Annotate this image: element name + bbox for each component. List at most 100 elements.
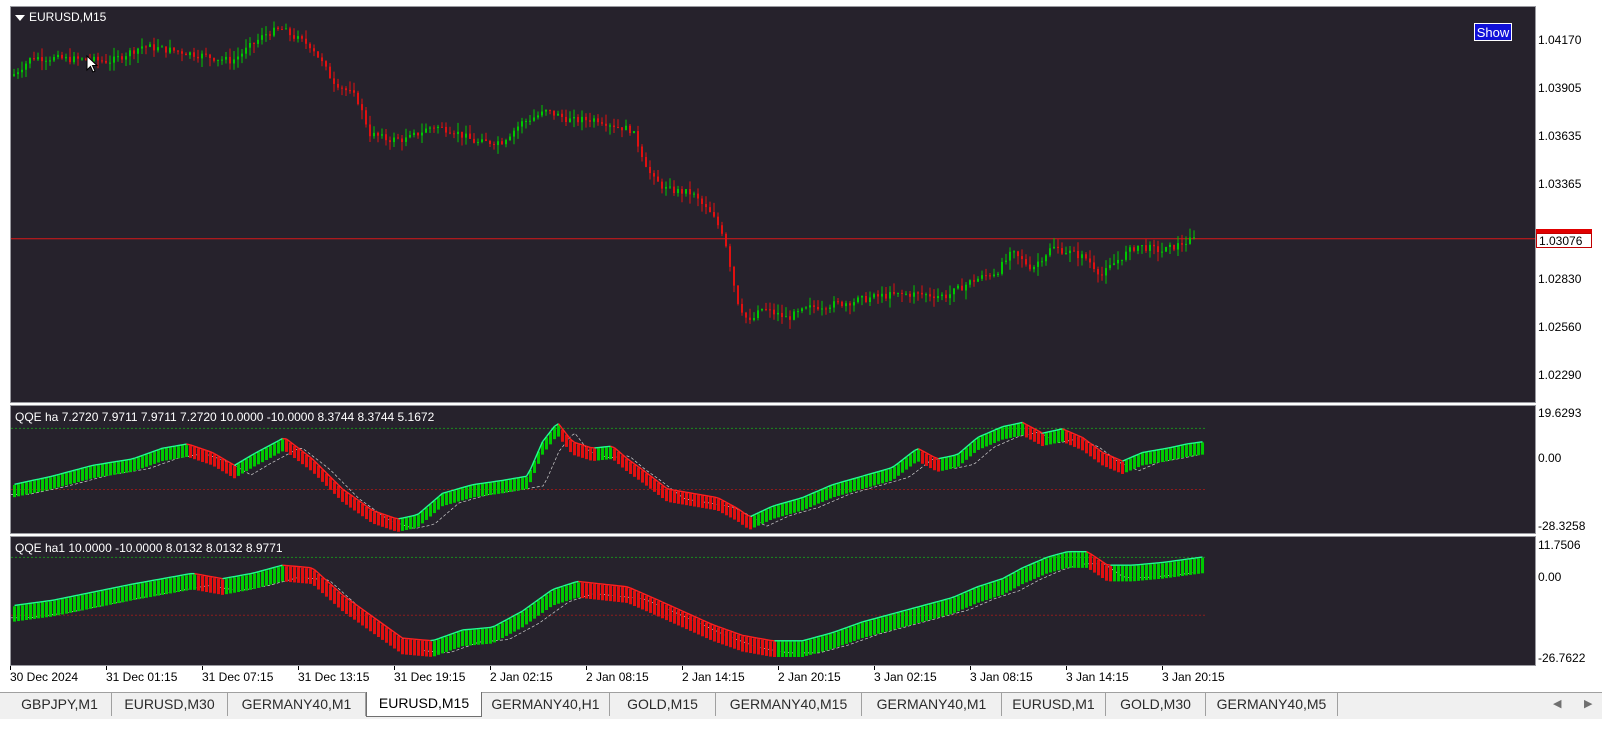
qqe-ha-pane[interactable]: QQE ha 7.2720 7.9711 7.9711 7.2720 10.00… [10, 405, 1536, 534]
tab-germany40-m5[interactable]: GERMANY40,M5 [1206, 693, 1338, 716]
tab-scroll-left-icon[interactable]: ◀ [1553, 697, 1561, 710]
time-label: 2 Jan 08:15 [586, 670, 649, 684]
price-candle [777, 312, 779, 315]
qqe-ha1-signal-line [150, 579, 155, 582]
qqe-ha1-signal-line [430, 639, 435, 642]
qqe-ha1-signal-line [234, 575, 239, 578]
qqe-ha-histogram-bar [1001, 427, 1004, 440]
qqe-ha-histogram-bar [409, 516, 412, 530]
price-candle [925, 294, 927, 296]
qqe-ha-histogram-bar [369, 509, 372, 522]
price-candle [669, 186, 671, 188]
price-candle [1077, 250, 1079, 259]
tab-eurusd-m30[interactable]: EURUSD,M30 [112, 693, 228, 716]
qqe-ha1-signal-line [126, 583, 131, 586]
tab-gbpjpy-m1[interactable]: GBPJPY,M1 [8, 693, 112, 716]
tab-gold-m15[interactable]: GOLD,M15 [610, 693, 716, 716]
qqe-ha-signal-line [678, 490, 683, 493]
price-candle [373, 132, 375, 137]
qqe-ha1-histogram-bar [1053, 555, 1056, 572]
price-candle [321, 57, 323, 62]
qqe-ha1-histogram-bar [361, 610, 364, 626]
tab-germany40-m1-2[interactable]: GERMANY40,M1 [862, 693, 1002, 716]
price-candle [1029, 264, 1031, 270]
qqe-ha1-signal-line [742, 634, 747, 637]
qqe-ha1-histogram-bar [241, 575, 244, 592]
qqe-ha-histogram-bar [657, 482, 660, 495]
tab-germany40-m1[interactable]: GERMANY40,M1 [228, 693, 366, 716]
qqe-ha1-histogram-bar [49, 601, 52, 617]
qqe-ha-histogram-bar [129, 459, 132, 473]
qqe-ha-histogram-bar [25, 482, 28, 495]
qqe-ha1-histogram-bar [689, 615, 692, 631]
qqe-ha-histogram-bar [1165, 449, 1168, 462]
price-candle [1185, 243, 1187, 245]
qqe-ha-histogram-bar [1041, 433, 1044, 447]
qqe-ha1-histogram-bar [981, 585, 984, 602]
qqe-ha-histogram-bar [377, 513, 380, 526]
qqe-ha1-signal-line [202, 574, 207, 577]
price-chart-pane[interactable]: EURUSD,M15 Show [10, 6, 1536, 403]
qqe-ha1-signal-line [110, 587, 115, 590]
qqe-ha-signal-line [26, 480, 31, 483]
price-candle [1021, 256, 1023, 260]
qqe-ha1-histogram-bar [633, 590, 636, 607]
qqe-ha-histogram-bar [869, 474, 872, 487]
price-candle [1089, 258, 1091, 263]
price-candle [1129, 247, 1131, 252]
qqe-ha-histogram-bar [229, 463, 232, 476]
qqe-ha-histogram-bar [949, 456, 952, 470]
qqe-ha1-histogram-bar [829, 634, 832, 650]
price-tick-label: 1.02290 [1538, 368, 1582, 382]
tab-eurusd-m15[interactable]: EURUSD,M15 [366, 692, 482, 717]
qqe-ha1-histogram-bar [769, 641, 772, 657]
qqe-ha-histogram-bar [461, 488, 464, 501]
qqe-ha1-histogram-bar [989, 583, 992, 599]
qqe-ha1-signal-line [130, 583, 135, 586]
price-candle [1061, 248, 1063, 254]
price-candle [605, 123, 607, 126]
qqe-ha-histogram-bar [1093, 447, 1096, 460]
qqe-ha1-histogram-bar [281, 565, 284, 582]
qqe-ha-histogram-bar [1053, 431, 1056, 444]
qqe-ha-signal-line [1162, 447, 1167, 450]
qqe-ha-histogram-bar [577, 444, 580, 457]
qqe-ha-histogram-bar [285, 439, 288, 452]
qqe-ha1-histogram-bar [741, 636, 744, 652]
qqe-ha1-signal-line [146, 580, 151, 583]
qqe-ha-histogram-bar [653, 479, 656, 492]
qqe-ha1-histogram-bar [309, 568, 312, 584]
qqe-ha1-title: QQE ha1 10.0000 -10.0000 8.0132 8.0132 8… [15, 541, 283, 555]
qqe-ha1-signal-line [86, 591, 91, 595]
qqe-ha1-signal-line [42, 600, 47, 603]
price-candle [985, 275, 987, 277]
qqe-ha-histogram-bar [253, 454, 256, 467]
tab-gold-m30[interactable]: GOLD,M30 [1106, 693, 1206, 716]
qqe-ha1-histogram-bar [757, 639, 760, 655]
qqe-ha1-histogram-bar [329, 584, 332, 601]
tab-germany40-h1[interactable]: GERMANY40,H1 [482, 693, 610, 716]
tab-germany40-m15[interactable]: GERMANY40,M15 [716, 693, 862, 716]
price-candle [425, 128, 427, 133]
qqe-ha1-signal-line [1182, 558, 1187, 561]
qqe-ha-histogram-bar [665, 488, 668, 502]
qqe-ha-histogram-bar [361, 503, 364, 517]
qqe-ha1-pane[interactable]: QQE ha1 10.0000 -10.0000 8.0132 8.0132 8… [10, 536, 1536, 666]
qqe-ha-histogram-bar [349, 495, 352, 508]
qqe-ha1-histogram-bar [857, 624, 860, 640]
price-candle [917, 292, 919, 294]
tab-eurusd-m1[interactable]: EURUSD,M1 [1002, 693, 1106, 716]
qqe-ha1-histogram-bar [197, 575, 200, 591]
qqe-ha1-signal-line [106, 587, 111, 591]
qqe-ha1-histogram-bar [17, 605, 20, 622]
qqe-ha-signal-line [1054, 429, 1059, 432]
price-candle [937, 296, 939, 299]
qqe-ha1-signal-line [162, 577, 167, 580]
qqe-ha1-histogram-bar [353, 604, 356, 620]
qqe-ha1-signal-line [1174, 559, 1179, 562]
qqe-ha-histogram-bar [673, 490, 676, 504]
qqe-ha1-histogram-bar [409, 639, 412, 656]
tab-scroll-right-icon[interactable]: ▶ [1584, 697, 1592, 710]
show-button[interactable]: Show [1474, 23, 1512, 41]
price-candle [693, 193, 695, 195]
